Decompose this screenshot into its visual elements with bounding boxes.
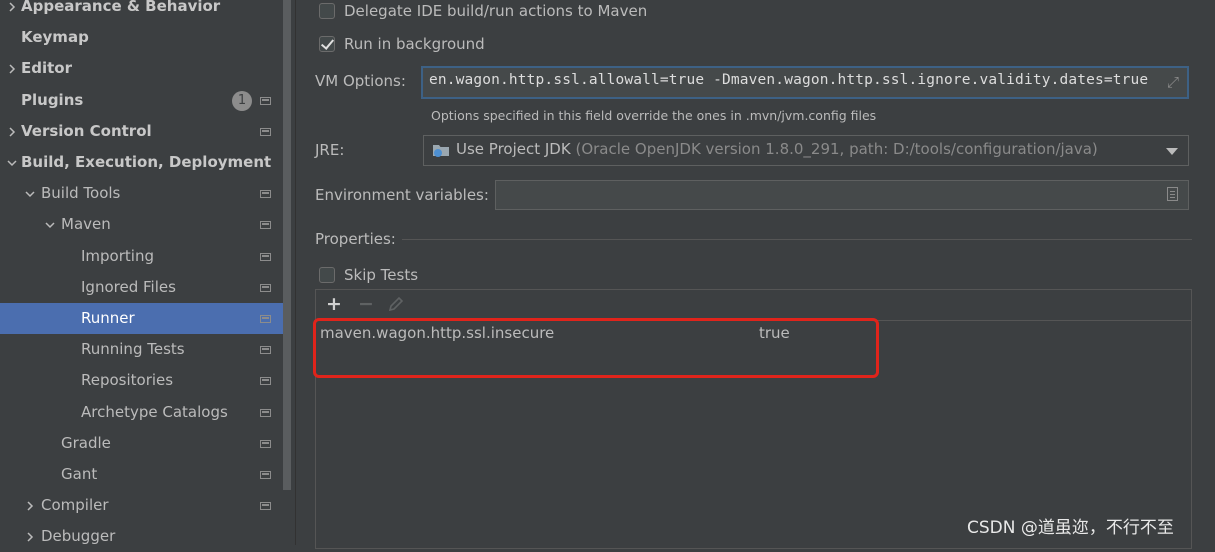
expand-icon[interactable]: ⤢ [1167,73,1179,91]
sidebar-item-label: Build, Execution, Deployment [21,153,272,171]
properties-separator [402,239,1192,240]
jre-detail: (Oracle OpenJDK version 1.8.0_291, path:… [575,140,1098,158]
project-scope-icon [260,252,271,261]
sidebar-item-keymap[interactable]: Keymap [0,22,283,53]
sidebar-item-label: Importing [81,246,154,265]
properties-toolbar: + − [316,290,1191,321]
jre-value: Use Project JDK [456,140,571,158]
run-in-background-checkbox[interactable] [319,36,335,52]
sidebar-item-label: Maven [61,215,111,234]
sidebar-item-compiler[interactable]: Compiler [0,490,283,521]
chevron-down-icon[interactable] [44,219,56,231]
chevron-down-icon[interactable] [24,188,36,200]
sidebar-item-label: Running Tests [81,340,185,359]
delegate-to-maven-checkbox[interactable] [319,3,335,19]
vm-options-hint: Options specified in this field override… [431,108,877,123]
highlight-annotation-box [313,318,879,378]
project-scope-icon [260,471,271,479]
browse-list-icon[interactable] [1167,187,1178,201]
environment-variables-input[interactable] [495,180,1189,210]
sidebar-item-importing[interactable]: Importing [0,241,283,272]
edit-icon[interactable] [388,296,404,312]
watermark: CSDN @道虽迩，不行不至 [967,518,1174,538]
vm-options-label: VM Options: [315,72,406,90]
project-scope-icon [260,502,271,511]
skip-tests-checkbox[interactable] [319,267,335,283]
jre-dropdown[interactable]: Use Project JDK (Oracle OpenJDK version … [423,135,1189,166]
project-scope-icon [260,439,271,448]
sidebar-item-runner[interactable]: Runner [0,303,283,334]
sidebar-item-label: Appearance & Behavior [21,0,221,15]
remove-icon[interactable]: − [358,294,374,314]
chevron-right-icon[interactable] [24,500,36,512]
chevron-right-icon[interactable] [6,126,18,138]
environment-variables-label: Environment variables: [315,186,489,204]
sidebar-item-label: Keymap [21,28,89,47]
project-scope-icon [260,283,271,292]
settings-sidebar: Appearance & Behavior Keymap Editor Plugins… [0,0,296,545]
sidebar-item-maven[interactable]: Maven [0,209,283,240]
sidebar-item-debugger[interactable]: Debugger [0,521,283,552]
delegate-to-maven-label: Delegate IDE build/run actions to Maven [344,2,648,20]
sidebar-item-label: Version Control [21,121,152,140]
chevron-right-icon[interactable] [24,531,36,543]
sidebar-item-build-tools[interactable]: Build Tools [0,178,283,209]
sidebar-item-editor[interactable]: Editor [0,53,283,84]
folder-jdk-icon [433,145,449,157]
project-scope-icon [260,96,271,105]
sidebar-item-label: Build Tools [41,184,121,203]
sidebar-item-label: Repositories [81,371,174,390]
project-scope-icon [260,221,271,230]
sidebar-item-archetype-catalogs[interactable]: Archetype Catalogs [0,397,283,428]
maven-runner-panel: Delegate IDE build/run actions to Maven … [296,0,1215,549]
chevron-down-icon[interactable] [6,157,18,169]
vm-options-value: en.wagon.http.ssl.allowall=true -Dmaven.… [429,72,1149,88]
sidebar-item-running-tests[interactable]: Running Tests [0,334,283,365]
sidebar-item-label: Debugger [41,527,116,546]
properties-label: Properties: [315,230,396,248]
sidebar-item-plugins[interactable]: Plugins 1 [0,85,283,116]
sidebar-item-label: Plugins [21,90,84,109]
update-count-badge: 1 [232,90,252,111]
chevron-right-icon[interactable] [6,1,18,13]
project-scope-icon [260,408,271,417]
sidebar-item-label: Ignored Files [81,277,176,296]
sidebar-item-ignored-files[interactable]: Ignored Files [0,272,283,303]
skip-tests-label: Skip Tests [344,266,419,284]
run-in-background-label: Run in background [344,35,485,53]
add-icon[interactable]: + [326,294,342,314]
sidebar-item-label: Runner [81,309,135,327]
sidebar-item-version-control[interactable]: Version Control [0,116,283,147]
project-scope-icon [260,377,271,386]
sidebar-item-gant[interactable]: Gant [0,459,283,490]
sidebar-item-repositories[interactable]: Repositories [0,365,283,396]
project-scope-icon [260,190,271,199]
sidebar-item-label: Archetype Catalogs [81,402,228,421]
project-scope-icon [260,346,271,355]
chevron-right-icon[interactable] [6,63,18,75]
sidebar-item-gradle[interactable]: Gradle [0,428,283,459]
project-scope-icon [260,127,271,136]
sidebar-item-label: Compiler [41,496,109,515]
sidebar-item-appearance-behavior[interactable]: Appearance & Behavior [0,0,283,22]
sidebar-item-label: Gradle [61,433,111,452]
sidebar-scrollbar[interactable] [283,0,291,490]
sidebar-item-label: Editor [21,59,72,78]
chevron-down-icon [1166,148,1178,155]
sidebar-item-label: Gant [61,465,98,483]
project-scope-icon [260,315,271,323]
sidebar-item-build-execution-deployment[interactable]: Build, Execution, Deployment [0,147,283,178]
vm-options-input[interactable]: en.wagon.http.ssl.allowall=true -Dmaven.… [421,66,1189,99]
jre-label: JRE: [315,141,345,159]
